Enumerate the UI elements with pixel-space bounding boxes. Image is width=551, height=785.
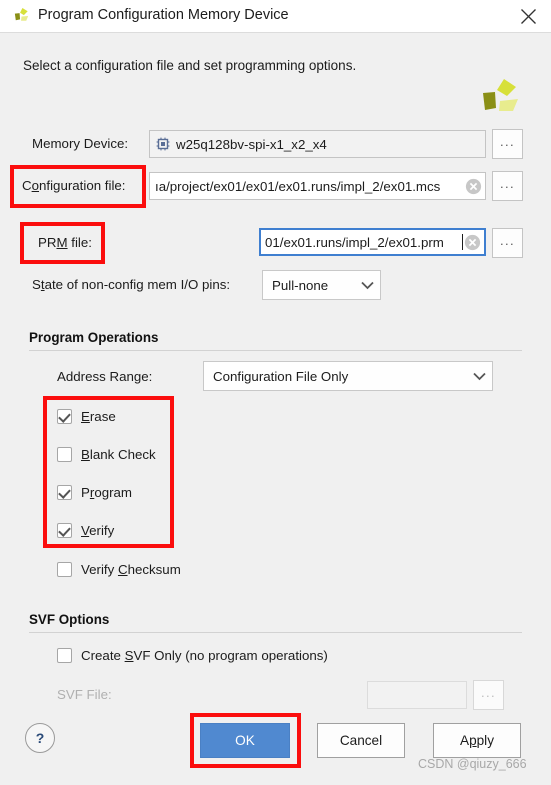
checkbox-program[interactable]: Program [57, 485, 132, 500]
checkbox-erase-label: Erase [81, 409, 116, 424]
checkbox-create-svf-only-label-suffix: VF Only (no program operations) [133, 648, 328, 663]
svf-file-field [367, 681, 467, 709]
non-config-pins-dropdown[interactable]: Pull-none [262, 270, 381, 300]
checkbox-program-box[interactable] [57, 485, 72, 500]
prm-file-label: PRM file: [38, 235, 92, 250]
checkbox-verify-label: Verify [81, 523, 114, 538]
checkbox-verify-checksum-label: Verify Checksum [81, 562, 181, 577]
checkbox-blank-check-box[interactable] [57, 447, 72, 462]
watermark-text: CSDN @qiuzy_666 [418, 757, 527, 771]
clear-circle-icon[interactable] [465, 178, 482, 195]
chevron-down-icon [466, 372, 492, 381]
text-caret [462, 234, 463, 250]
address-range-dropdown[interactable]: Configuration File Only [203, 361, 493, 391]
apply-button-label-accel: p [469, 733, 477, 748]
checkbox-erase-box[interactable] [57, 409, 72, 424]
checkbox-program-label-prefix: P [81, 485, 90, 500]
address-range-label-prefix: Address Ran [57, 369, 134, 384]
cancel-button[interactable]: Cancel [317, 723, 405, 758]
checkbox-program-label-suffix: ogram [94, 485, 133, 500]
svf-file-browse-button: ... [473, 680, 504, 710]
configuration-file-label-accel: o [31, 178, 40, 193]
memory-chip-icon [156, 137, 170, 151]
svf-options-title: SVF Options [29, 612, 110, 627]
address-range-label-suffix: e: [141, 369, 153, 384]
help-button[interactable]: ? [25, 723, 55, 753]
configuration-file-field[interactable]: ıa/project/ex01/ex01/ex01.runs/impl_2/ex… [149, 172, 486, 200]
apply-button-label-prefix: A [459, 733, 470, 748]
configuration-file-label: Configuration file: [22, 178, 126, 193]
title-bar: Program Configuration Memory Device [0, 0, 551, 33]
close-icon[interactable] [505, 0, 551, 33]
chevron-down-icon [354, 281, 380, 290]
checkbox-erase-label-accel: E [81, 409, 90, 424]
dialog-header: Select a configuration file and set prog… [0, 33, 551, 111]
checkbox-verify-box[interactable] [57, 523, 72, 538]
memory-device-browse-button[interactable]: ... [492, 129, 523, 159]
prm-file-label-accel: M [56, 235, 68, 250]
checkbox-verify-label-suffix: erify [89, 523, 115, 538]
header-instruction: Select a configuration file and set prog… [23, 58, 357, 73]
svf-file-label: SVF File: [57, 687, 112, 702]
checkbox-blank-check[interactable]: Blank Check [57, 447, 156, 462]
memory-device-field: w25q128bv-spi-x1_x2_x4 [149, 130, 486, 158]
checkbox-verify-checksum-label-prefix: Verify [81, 562, 118, 577]
checkbox-verify-checksum-label-suffix: hecksum [127, 562, 181, 577]
checkbox-blank-check-label: Blank Check [81, 447, 156, 462]
checkbox-verify-checksum-box[interactable] [57, 562, 72, 577]
checkbox-blank-check-label-suffix: lank Check [89, 447, 156, 462]
checkbox-erase[interactable]: Erase [57, 409, 116, 424]
checkbox-verify-checksum[interactable]: Verify Checksum [57, 562, 181, 577]
memory-device-value: w25q128bv-spi-x1_x2_x4 [176, 136, 327, 152]
program-operations-title: Program Operations [29, 330, 159, 345]
vivado-logo-icon [12, 7, 31, 26]
checkbox-create-svf-only[interactable]: Create SVF Only (no program operations) [57, 648, 328, 663]
program-configuration-memory-device-dialog: Program Configuration Memory Device Sele… [0, 0, 551, 785]
prm-file-label-prefix: PR [38, 235, 57, 250]
checkbox-create-svf-only-label-prefix: Create [81, 648, 125, 663]
checkbox-verify-label-accel: V [81, 523, 90, 538]
apply-button-label-suffix: ply [476, 733, 495, 748]
checkbox-verify[interactable]: Verify [57, 523, 114, 538]
prm-file-value: 01/ex01.runs/impl_2/ex01.prm [265, 234, 444, 250]
checkbox-program-label: Program [81, 485, 132, 500]
window-title: Program Configuration Memory Device [38, 7, 289, 23]
configuration-file-label-prefix: C [22, 178, 32, 193]
configuration-file-browse-button[interactable]: ... [492, 171, 523, 201]
checkbox-blank-check-label-accel: B [81, 447, 90, 462]
configuration-file-value: ıa/project/ex01/ex01/ex01.runs/impl_2/ex… [155, 178, 441, 194]
non-config-pins-label: State of non-config mem I/O pins: [32, 277, 230, 292]
clear-circle-icon[interactable] [464, 234, 481, 251]
checkbox-erase-label-suffix: rase [89, 409, 116, 424]
non-config-pins-label-suffix: ate of non-config mem I/O pins: [44, 277, 231, 292]
non-config-pins-value: Pull-none [272, 277, 329, 293]
address-range-label: Address Range: [57, 369, 152, 384]
prm-file-browse-button[interactable]: ... [492, 228, 523, 258]
prm-file-field[interactable]: 01/ex01.runs/impl_2/ex01.prm [259, 228, 486, 256]
program-operations-divider [29, 350, 522, 351]
checkbox-verify-checksum-label-accel: C [117, 562, 128, 577]
configuration-file-label-suffix: nfiguration file: [39, 178, 126, 193]
memory-device-label: Memory Device: [32, 136, 129, 151]
checkbox-create-svf-only-box[interactable] [57, 648, 72, 663]
vivado-logo-icon [478, 77, 524, 121]
checkbox-create-svf-only-label: Create SVF Only (no program operations) [81, 648, 328, 663]
prm-file-label-suffix: file: [67, 235, 92, 250]
apply-button[interactable]: Ap ply [433, 723, 521, 758]
non-config-pins-label-prefix: S [32, 277, 41, 292]
ok-button[interactable]: OK [200, 723, 290, 758]
svf-options-divider [29, 632, 522, 633]
address-range-value: Configuration File Only [213, 368, 349, 384]
